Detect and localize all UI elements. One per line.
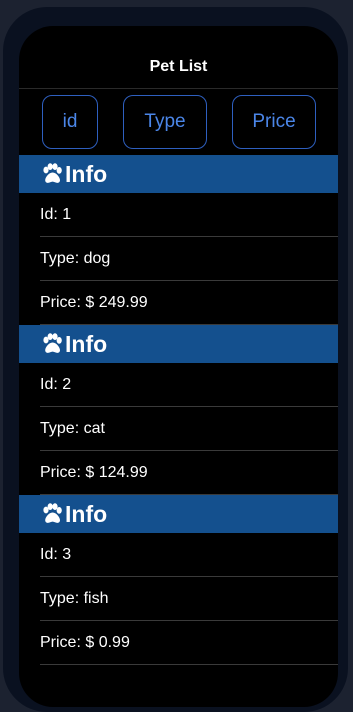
- pet-id-label: Id:: [40, 545, 58, 563]
- pet-id-value: 1: [62, 205, 72, 223]
- pet-card-header: Info: [19, 495, 338, 533]
- sort-button-bar: id Type Price: [19, 89, 338, 155]
- pet-id-value: 2: [62, 375, 72, 393]
- pet-card: Info Id: 1 Type: dog Price: $ 249.99: [19, 155, 338, 325]
- pet-price-label: Price: $: [40, 463, 95, 481]
- paw-icon: [43, 333, 62, 353]
- pet-card: Info Id: 2 Type: cat Price: $ 124.99: [19, 325, 338, 495]
- pet-card-header: Info: [19, 155, 338, 193]
- paw-icon: [43, 503, 62, 523]
- pet-id-label: Id:: [40, 375, 58, 393]
- pet-card: Info Id: 3 Type: fish Price: $ 0.99: [19, 495, 338, 665]
- pet-id-value: 3: [62, 545, 72, 563]
- pet-list: Info Id: 1 Type: dog Price: $ 249.99 Inf…: [19, 155, 338, 665]
- sort-by-price-button[interactable]: Price: [232, 95, 316, 149]
- app-screen: Pet List id Type Price Info Id: 1 Type: …: [19, 26, 338, 707]
- pet-type-label: Type:: [40, 589, 80, 607]
- pet-card-title: Info: [65, 500, 108, 527]
- pet-card-title: Info: [65, 160, 108, 187]
- phone-frame: Pet List id Type Price Info Id: 1 Type: …: [3, 7, 348, 712]
- pet-type-label: Type:: [40, 249, 80, 267]
- pet-id-row: Id: 3: [40, 533, 338, 577]
- pet-type-value: fish: [83, 589, 109, 607]
- page-title: Pet List: [149, 58, 208, 75]
- pet-price-row: Price: $ 249.99: [40, 281, 338, 325]
- pet-card-title: Info: [65, 330, 108, 357]
- pet-type-value: cat: [83, 419, 105, 437]
- pet-id-row: Id: 2: [40, 363, 338, 407]
- pet-type-value: dog: [83, 249, 111, 267]
- pet-price-value: 249.99: [98, 293, 148, 311]
- pet-price-row: Price: $ 124.99: [40, 451, 338, 495]
- pet-price-label: Price: $: [40, 633, 95, 651]
- pet-card-header: Info: [19, 325, 338, 363]
- pet-price-label: Price: $: [40, 293, 95, 311]
- pet-price-row: Price: $ 0.99: [40, 621, 338, 665]
- pet-price-value: 124.99: [98, 463, 148, 481]
- pet-id-label: Id:: [40, 205, 58, 223]
- sort-by-id-button[interactable]: id: [42, 95, 98, 149]
- pet-type-row: Type: fish: [40, 577, 338, 621]
- pet-id-row: Id: 1: [40, 193, 338, 237]
- pet-type-label: Type:: [40, 419, 80, 437]
- sort-by-type-button[interactable]: Type: [123, 95, 207, 149]
- pet-price-value: 0.99: [98, 633, 130, 651]
- pet-type-row: Type: dog: [40, 237, 338, 281]
- pet-type-row: Type: cat: [40, 407, 338, 451]
- navigation-bar: Pet List: [19, 26, 338, 89]
- paw-icon: [43, 163, 62, 183]
